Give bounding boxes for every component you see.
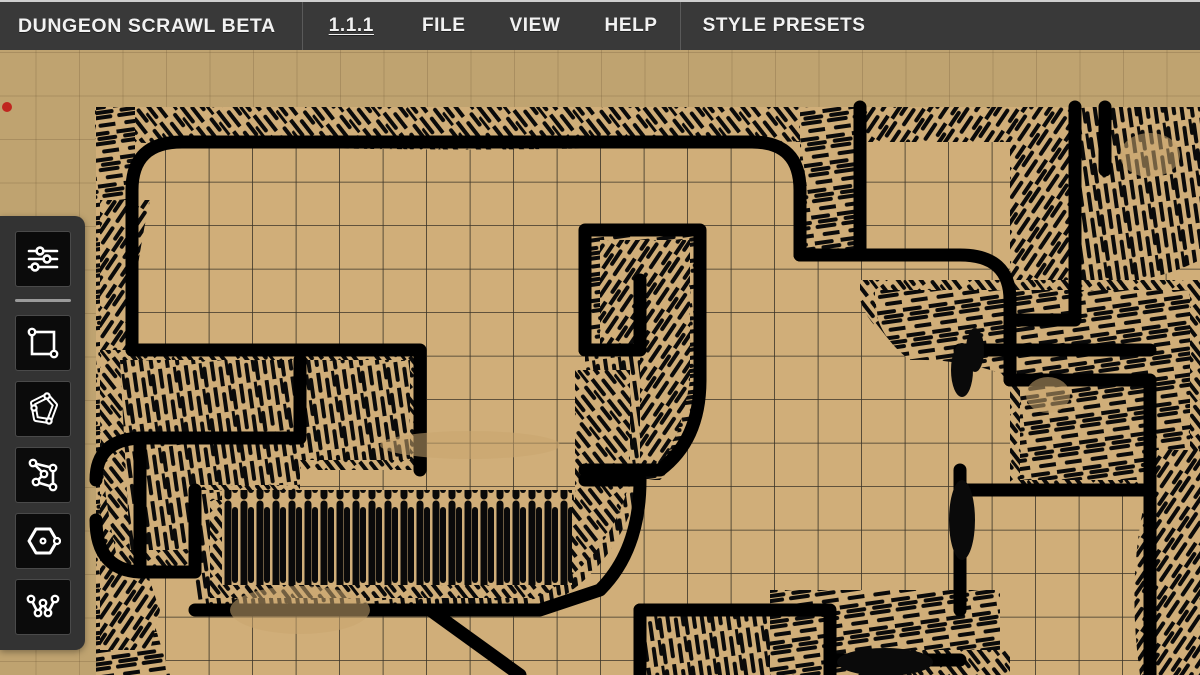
tool-polygon[interactable]	[14, 447, 71, 503]
door-marker	[966, 328, 984, 372]
version-link[interactable]: 1.1.1	[303, 2, 400, 50]
tool-path[interactable]	[14, 579, 71, 635]
door-marker	[949, 480, 975, 560]
map-stairs-band	[222, 490, 572, 585]
tool-panel	[0, 216, 85, 650]
tool-panel-divider	[14, 299, 71, 302]
tool-rectangle[interactable]	[14, 315, 71, 371]
map-canvas[interactable]	[0, 50, 1200, 675]
rectangle-tool-icon	[26, 326, 60, 360]
app-title: DUNGEON SCRAWL BETA	[18, 14, 276, 37]
door-marker	[837, 648, 933, 675]
tool-hexagon[interactable]	[14, 513, 71, 569]
app-root: DUNGEON SCRAWL BETA 1.1.1 FILE VIEW HELP…	[0, 0, 1200, 675]
blob-tool-icon	[25, 392, 61, 426]
vertex-marker[interactable]	[2, 102, 12, 112]
sliders-icon	[26, 244, 60, 274]
dungeon-map	[89, 100, 1200, 675]
menu-help[interactable]: HELP	[583, 2, 680, 50]
tool-blob[interactable]	[14, 381, 71, 437]
polygon-tool-icon	[26, 458, 60, 492]
menu-style-presets[interactable]: STYLE PRESETS	[681, 2, 888, 50]
menu-view[interactable]: VIEW	[488, 2, 583, 50]
menubar: DUNGEON SCRAWL BETA 1.1.1 FILE VIEW HELP…	[0, 0, 1200, 50]
menu-file[interactable]: FILE	[400, 2, 488, 50]
tool-settings[interactable]	[14, 231, 71, 287]
hexagon-tool-icon	[25, 525, 61, 557]
path-tool-icon	[25, 591, 61, 623]
